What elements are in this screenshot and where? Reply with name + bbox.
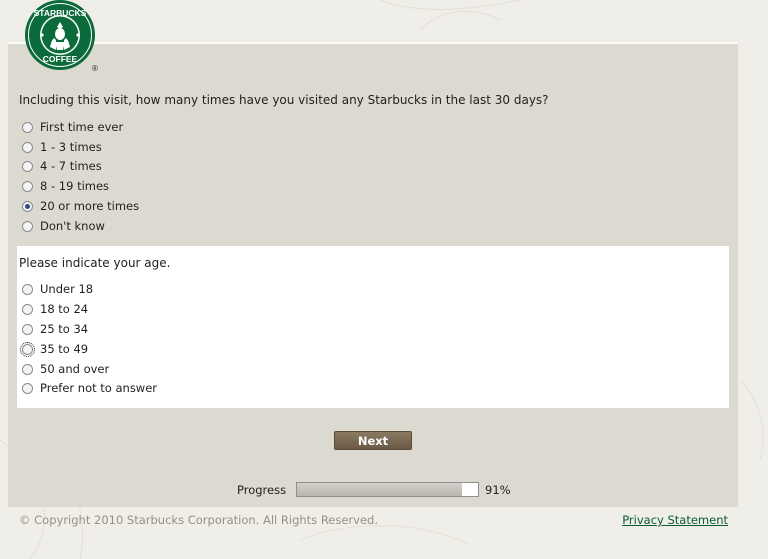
privacy-statement-link[interactable]: Privacy Statement (622, 513, 728, 527)
svg-text:COFFEE: COFFEE (43, 54, 78, 64)
radio-icon[interactable] (22, 141, 33, 153)
option-label: 8 - 19 times (40, 179, 110, 193)
radio-icon[interactable] (22, 220, 33, 232)
radio-focused-icon[interactable] (20, 341, 35, 357)
radio-checked-icon[interactable] (22, 200, 33, 212)
radio-icon[interactable] (22, 382, 33, 394)
progress-percent: 91% (485, 483, 511, 497)
progress-bar-fill (297, 483, 462, 496)
visits-option-1-3[interactable]: 1 - 3 times (22, 139, 102, 155)
radio-icon[interactable] (22, 160, 33, 172)
visits-option-20-plus[interactable]: 20 or more times (22, 198, 139, 214)
copyright-text: © Copyright 2010 Starbucks Corporation. … (19, 513, 378, 527)
svg-text:STARBUCKS: STARBUCKS (34, 8, 87, 18)
age-option-prefer-not[interactable]: Prefer not to answer (22, 380, 157, 396)
visits-option-4-7[interactable]: 4 - 7 times (22, 158, 102, 174)
radio-icon[interactable] (22, 323, 33, 335)
option-label: 4 - 7 times (40, 159, 102, 173)
option-label: Don't know (40, 219, 105, 233)
progress-label: Progress (237, 483, 287, 497)
radio-icon[interactable] (22, 283, 33, 295)
svg-text:®: ® (92, 64, 98, 73)
option-label: 18 to 24 (40, 302, 89, 316)
age-option-under-18[interactable]: Under 18 (22, 281, 93, 297)
radio-icon[interactable] (22, 303, 33, 315)
age-option-25-34[interactable]: 25 to 34 (22, 321, 88, 337)
age-option-50-over[interactable]: 50 and over (22, 361, 109, 377)
progress-bar (296, 482, 479, 497)
visits-option-8-19[interactable]: 8 - 19 times (22, 178, 109, 194)
age-option-35-49[interactable]: 35 to 49 (20, 341, 89, 357)
option-label: 25 to 34 (40, 322, 89, 336)
option-label: First time ever (40, 120, 124, 134)
option-label: 50 and over (40, 362, 110, 376)
radio-icon[interactable] (22, 363, 33, 375)
option-label: 20 or more times (40, 199, 140, 213)
option-label: 1 - 3 times (40, 140, 102, 154)
option-label: Under 18 (40, 282, 94, 296)
question-visits-text: Including this visit, how many times hav… (19, 93, 549, 107)
question-age-text: Please indicate your age. (19, 256, 171, 270)
age-option-18-24[interactable]: 18 to 24 (22, 301, 88, 317)
next-button[interactable]: Next (334, 431, 412, 450)
option-label: Prefer not to answer (40, 381, 158, 395)
visits-option-dont-know[interactable]: Don't know (22, 218, 105, 234)
starbucks-logo: STARBUCKS COFFEE ® (22, 0, 100, 74)
radio-icon[interactable] (22, 121, 33, 133)
option-label: 35 to 49 (40, 342, 89, 356)
visits-option-first-time[interactable]: First time ever (22, 119, 123, 135)
radio-icon[interactable] (22, 180, 33, 192)
